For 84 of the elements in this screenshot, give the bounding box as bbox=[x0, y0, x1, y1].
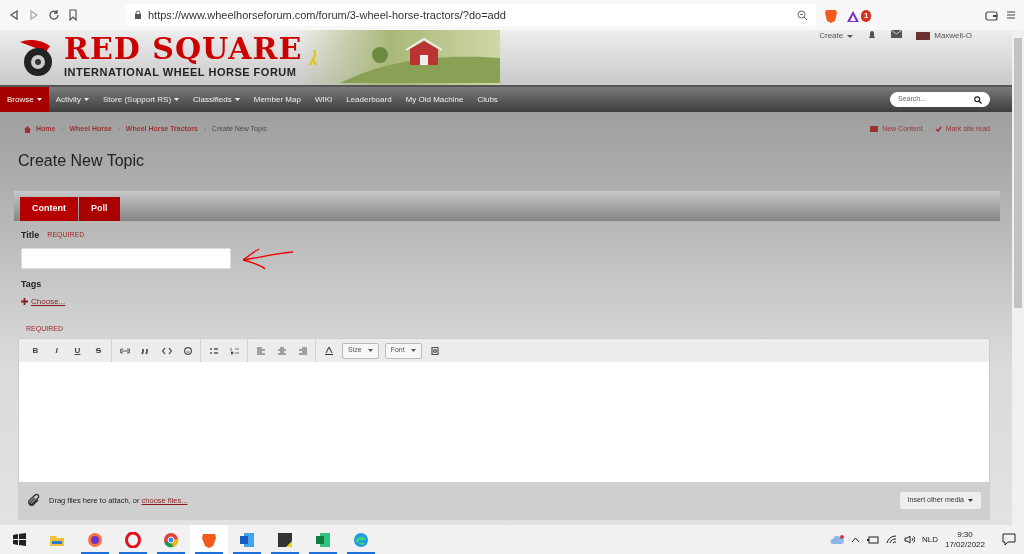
numbered-list-icon bbox=[229, 346, 240, 355]
quote-icon bbox=[140, 346, 151, 355]
letter-o-icon bbox=[125, 531, 141, 548]
nav-item[interactable]: My Old Machine bbox=[398, 87, 471, 112]
battery-icon[interactable] bbox=[866, 535, 879, 544]
scrollbar[interactable] bbox=[1012, 30, 1024, 525]
windows-icon bbox=[12, 533, 26, 546]
chevron-icon bbox=[202, 126, 207, 133]
field-label: Tags bbox=[21, 278, 43, 291]
nav-item[interactable]: Store (Support RS) bbox=[96, 87, 187, 112]
envelope-icon[interactable] bbox=[891, 30, 903, 38]
plus-icon bbox=[21, 298, 28, 305]
align-left-icon bbox=[255, 346, 266, 355]
caret-icon bbox=[847, 34, 854, 38]
notification-badge: 1 bbox=[861, 9, 872, 22]
language-indicator[interactable]: NLD bbox=[921, 533, 938, 546]
clock[interactable]: 9:30 17/02/2022 bbox=[944, 529, 985, 550]
wallet-icon[interactable] bbox=[985, 9, 998, 21]
caret-icon bbox=[968, 499, 973, 502]
tab[interactable]: Poll bbox=[79, 196, 120, 221]
format-button[interactable]: B bbox=[25, 341, 46, 360]
bell-icon[interactable] bbox=[867, 30, 878, 40]
checkmark-icon bbox=[934, 126, 942, 133]
nav-item[interactable]: Classifieds bbox=[186, 87, 247, 112]
chevron-icon bbox=[116, 126, 121, 133]
scrollbar-thumb[interactable] bbox=[1014, 38, 1022, 308]
align-center-icon bbox=[276, 346, 287, 355]
chevron-icon bbox=[60, 126, 65, 133]
wifi-icon[interactable] bbox=[885, 535, 897, 544]
page-title: Create New Topic bbox=[18, 150, 145, 171]
user-name[interactable]: Maxwell-O bbox=[934, 30, 972, 42]
lock-icon bbox=[134, 10, 142, 20]
code-icon bbox=[161, 346, 172, 355]
smiley-icon bbox=[182, 346, 193, 355]
sticky-note-icon bbox=[277, 531, 293, 548]
address-bar[interactable]: https://www.wheelhorseforum.com/forum/3-wheel-horse-tractors/?do=add bbox=[126, 4, 816, 26]
tab[interactable]: Content bbox=[20, 196, 78, 221]
caret-icon bbox=[36, 98, 42, 101]
nav-item[interactable]: Activity bbox=[48, 87, 97, 112]
nav-item[interactable]: Clubs bbox=[470, 87, 505, 112]
back-icon[interactable] bbox=[8, 9, 20, 21]
nav-item[interactable]: Browse bbox=[0, 87, 49, 112]
triangle-icon[interactable] bbox=[846, 9, 860, 23]
create-menu[interactable]: Create bbox=[819, 30, 854, 42]
speaker-icon[interactable] bbox=[903, 535, 915, 544]
logo-subtitle: INTERNATIONAL WHEEL HORSE FORUM bbox=[64, 65, 298, 81]
logo-title: RED SQUARE bbox=[64, 34, 303, 65]
paperclip-icon[interactable] bbox=[27, 492, 41, 509]
link-icon bbox=[119, 346, 130, 355]
zoom-out-icon[interactable] bbox=[797, 9, 808, 21]
choose-tags-link[interactable]: Choose... bbox=[21, 295, 990, 308]
format-button[interactable]: S bbox=[88, 341, 109, 360]
spreadsheet-x-icon bbox=[315, 531, 331, 548]
text-color-icon bbox=[323, 346, 334, 355]
field-label: Title bbox=[21, 228, 40, 242]
format-button[interactable]: I bbox=[46, 341, 67, 360]
nav-item[interactable]: Member Map bbox=[246, 87, 308, 112]
cloud-icon[interactable] bbox=[829, 534, 844, 545]
caret-icon bbox=[410, 349, 416, 352]
format-button[interactable]: U bbox=[67, 341, 88, 360]
search-icon[interactable] bbox=[974, 95, 982, 104]
avatar bbox=[916, 32, 931, 40]
caret-icon bbox=[234, 98, 240, 101]
title-input[interactable] bbox=[21, 247, 231, 269]
home-icon bbox=[24, 125, 31, 133]
wave-globe-icon bbox=[353, 531, 369, 548]
bullet-list-icon bbox=[208, 346, 219, 355]
nav-item[interactable]: Leaderboard bbox=[339, 87, 399, 112]
ribbon-icon bbox=[308, 49, 319, 66]
caret-icon bbox=[367, 349, 373, 352]
preview-icon bbox=[430, 346, 441, 355]
align-right-icon bbox=[297, 346, 308, 355]
bookmark-icon[interactable] bbox=[68, 9, 78, 21]
notification-icon[interactable] bbox=[1002, 533, 1016, 546]
screen-icon bbox=[870, 126, 879, 133]
reload-icon[interactable] bbox=[48, 9, 60, 21]
chevron-up-icon[interactable] bbox=[850, 536, 860, 543]
taskbar-app[interactable] bbox=[190, 525, 228, 554]
chrome-ball-icon bbox=[163, 531, 179, 548]
caret-icon bbox=[84, 98, 90, 101]
caret-icon bbox=[174, 98, 180, 101]
nav-item[interactable]: WIKI bbox=[307, 87, 340, 112]
url-text: https://www.wheelhorseforum.com/forum/3-wheel-horse-tractors/?do=add bbox=[148, 7, 507, 23]
document-w-icon bbox=[239, 531, 255, 548]
